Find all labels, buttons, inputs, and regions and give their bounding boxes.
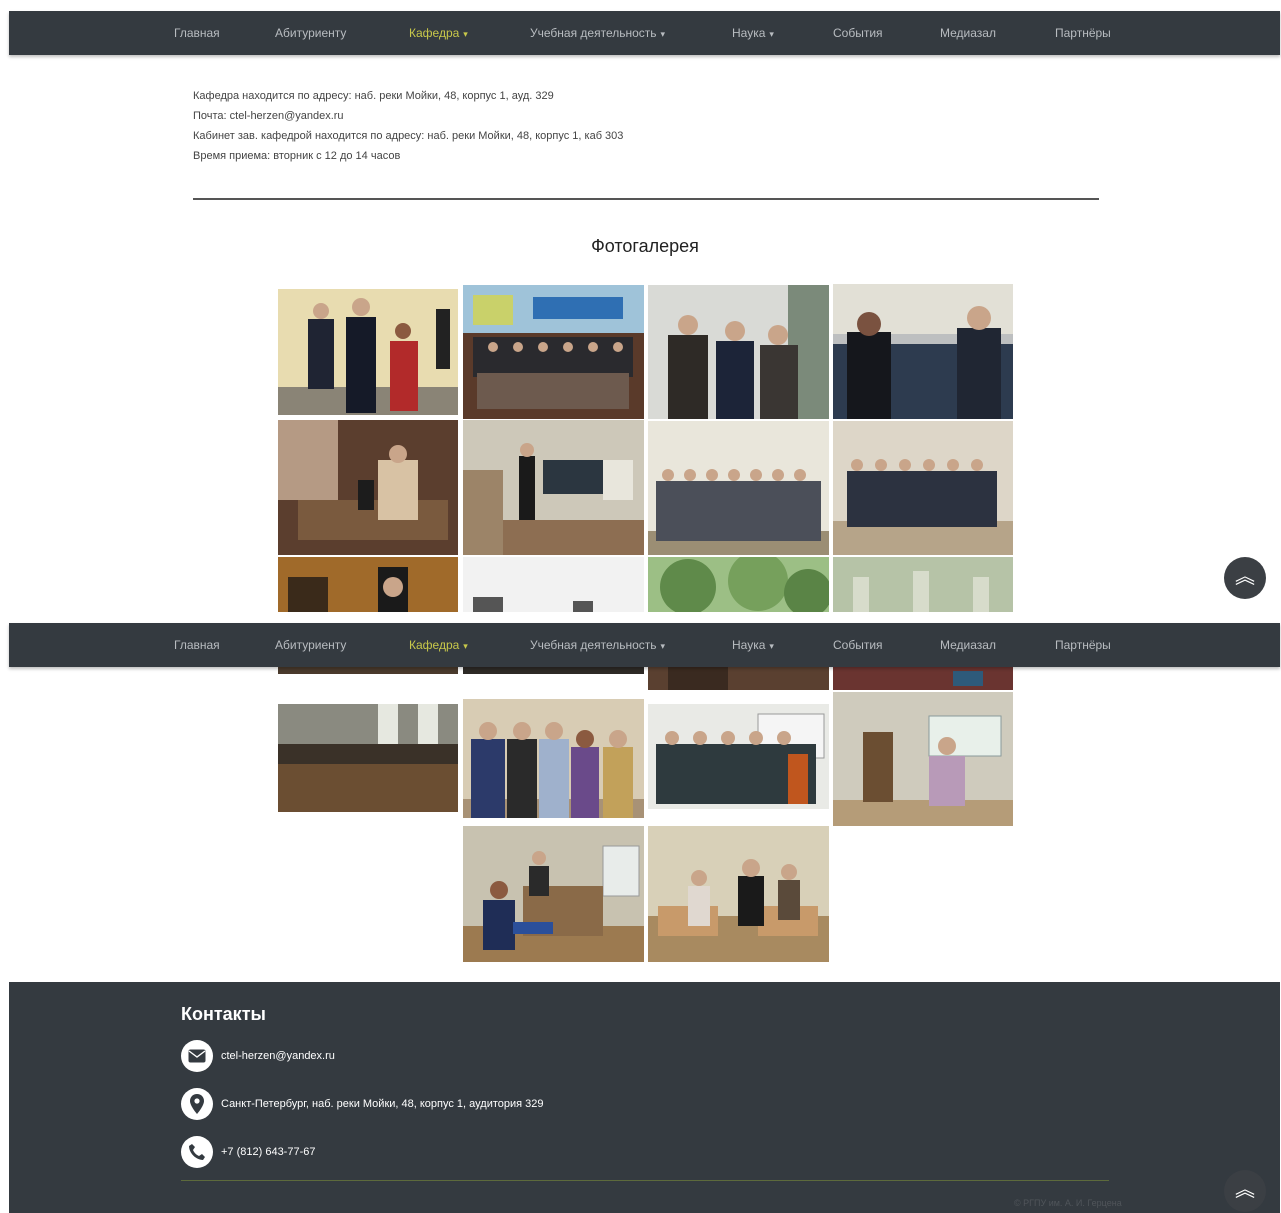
footer: Контакты ctel-herzen@yandex.ru Санкт-Пет… [9, 982, 1280, 1213]
nav-item-science-label: Наука [732, 638, 766, 652]
nav-item-department[interactable]: Кафедра ▾ [409, 11, 468, 55]
gallery-photo[interactable] [833, 692, 1013, 826]
nav-item-applicants[interactable]: Абитуриенту [275, 623, 346, 667]
footer-title: Контакты [181, 1004, 266, 1024]
outdoor-event-photo[interactable] [463, 557, 644, 612]
nav-item-home[interactable]: Главная [174, 11, 220, 55]
footer-email-link[interactable]: ctel-herzen@yandex.ru [221, 1050, 335, 1062]
department-info: Кафедра находится по адресу: наб. реки М… [193, 86, 623, 166]
footer-phone[interactable]: +7 (812) 643-77-67 [221, 1146, 315, 1158]
scroll-top-button[interactable]: ︽ [1224, 1170, 1266, 1212]
nav-item-education[interactable]: Учебная деятельность ▾ [530, 623, 665, 667]
phone-icon [181, 1136, 213, 1168]
nav-item-partners[interactable]: Партнёры [1055, 623, 1111, 667]
hall-arches-photo[interactable] [833, 557, 1013, 612]
nav-item-events[interactable]: События [833, 11, 883, 55]
nav-item-science-label: Наука [732, 26, 766, 40]
footer-address: Санкт-Петербург, наб. реки Мойки, 48, ко… [221, 1098, 544, 1110]
nav-item-science[interactable]: Наука ▾ [732, 11, 774, 55]
gallery-photo[interactable] [648, 704, 829, 809]
double-chevron-up-icon: ︽ [1235, 566, 1255, 588]
footer-phone-row: +7 (812) 643-77-67 [181, 1136, 315, 1168]
nav-item-education[interactable]: Учебная деятельность ▾ [530, 11, 665, 55]
nav-item-media[interactable]: Медиазал [940, 623, 996, 667]
sticky-navbar: Главная Абитуриенту Кафедра ▾ Учебная дея… [9, 623, 1280, 667]
screenshot-separator [0, 612, 1281, 623]
three-young-men-photo[interactable] [648, 285, 829, 419]
nav-item-department[interactable]: Кафедра ▾ [409, 623, 468, 667]
street-conversation-photo[interactable] [833, 284, 1013, 419]
scroll-top-button[interactable]: ︽ [1224, 557, 1266, 599]
reception-hours: Время приема: вторник с 12 до 14 часов [193, 150, 401, 162]
double-chevron-up-icon: ︽ [1235, 1179, 1255, 1201]
footer-email-row: ctel-herzen@yandex.ru [181, 1040, 335, 1072]
chevron-down-icon: ▾ [463, 641, 468, 651]
lecture-presentation-photo[interactable] [463, 420, 644, 555]
chevron-down-icon: ▾ [769, 641, 774, 651]
footer-divider [181, 1180, 1109, 1181]
classroom-group-work-photo[interactable] [463, 699, 644, 818]
chevron-down-icon: ▾ [769, 29, 774, 39]
top-navbar: Главная Абитуриенту Кафедра ▾ Учебная дея… [9, 11, 1280, 55]
department-email: Почта: ctel-herzen@yandex.ru [193, 110, 344, 122]
nav-item-partners[interactable]: Партнёры [1055, 11, 1111, 55]
department-address: Кафедра находится по адресу: наб. реки М… [193, 90, 554, 102]
nav-item-applicants[interactable]: Абитуриенту [275, 11, 346, 55]
nav-item-department-label: Кафедра [409, 638, 460, 652]
gallery-photo[interactable] [463, 826, 644, 962]
speaker-podium-photo[interactable] [833, 667, 1013, 690]
large-group-photo[interactable] [648, 421, 829, 555]
graduate-cap-photo[interactable] [278, 557, 458, 612]
divider [193, 198, 1099, 200]
footer-address-row: Санкт-Петербург, наб. реки Мойки, 48, ко… [181, 1088, 544, 1120]
group-standing-hall-photo[interactable] [833, 421, 1013, 555]
officials-handshake-photo[interactable] [278, 289, 458, 415]
nav-item-media[interactable]: Медиазал [940, 11, 996, 55]
nav-item-science[interactable]: Наука ▾ [732, 623, 774, 667]
auditorium-photo[interactable] [278, 667, 458, 674]
nav-item-education-label: Учебная деятельность [530, 26, 657, 40]
nav-item-department-label: Кафедра [409, 26, 460, 40]
nav-item-events[interactable]: События [833, 623, 883, 667]
group-whiteboard-photo[interactable] [648, 667, 829, 690]
trees-photo[interactable] [648, 557, 829, 612]
apec-e-learning-group-photo[interactable] [463, 285, 644, 419]
nav-item-home[interactable]: Главная [174, 623, 220, 667]
chevron-down-icon: ▾ [660, 29, 666, 39]
classroom-desks-photo[interactable] [278, 420, 458, 555]
gallery-photo[interactable] [648, 826, 829, 962]
chevron-down-icon: ▾ [463, 29, 468, 39]
map-pin-icon [181, 1088, 213, 1120]
students-group-photo[interactable] [463, 667, 644, 674]
envelope-icon [181, 1040, 213, 1072]
nav-item-education-label: Учебная деятельность [530, 638, 657, 652]
chevron-down-icon: ▾ [660, 641, 666, 651]
presentation-room-photo[interactable] [278, 704, 458, 812]
head-office: Кабинет зав. кафедрой находится по адрес… [193, 130, 624, 142]
gallery-title: Фотогалерея [591, 236, 699, 256]
footer-copyright: © РГПУ им. А. И. Герцена [1014, 1198, 1122, 1208]
